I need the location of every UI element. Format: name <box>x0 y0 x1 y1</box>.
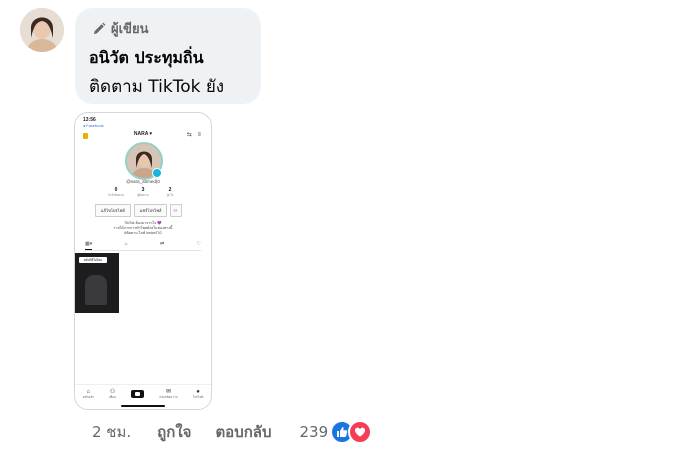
heart-outline-icon: ♡ <box>196 241 201 247</box>
phone-add-friend-icon: ⚇ <box>170 204 183 217</box>
phone-stat: 3 ผู้ติดตาม <box>137 187 149 197</box>
reaction-icons[interactable] <box>330 420 373 444</box>
phone-menu-icon: ⇆ ≡ <box>186 132 203 138</box>
comment-timestamp[interactable]: 2 ชม. <box>92 420 131 444</box>
comment-actions: 2 ชม. ถูกใจ ตอบกลับ 239 <box>92 420 373 444</box>
attached-image[interactable]: 13:56 ◂ Facebook NARA ▾ ⇆ ≡ @nara_ahmed(… <box>74 112 212 410</box>
phone-tabs: ▦▾ ⌂ ⇄ ♡ <box>85 241 201 251</box>
like-button[interactable]: ถูกใจ <box>157 420 191 444</box>
lock-icon: ⌂ <box>124 241 128 247</box>
phone-stat: 2 ถูกใจ <box>166 187 174 197</box>
author-badge-label: ผู้เขียน <box>111 22 149 37</box>
create-plus-icon <box>131 390 145 398</box>
phone-stats: 0 กำลังติดตาม 3 ผู้ติดตาม 2 ถูกใจ <box>103 187 183 198</box>
phone-share-profile-button: แชร์โปรไฟล์ <box>133 204 168 217</box>
profile-icon: ● โปรไฟล์ <box>192 388 204 399</box>
verified-check-icon <box>152 168 162 178</box>
comment-text: ติดตาม TikTok ยัง <box>89 77 225 97</box>
home-icon: ⌂ หน้าหลัก <box>82 388 94 399</box>
reaction-count[interactable]: 239 <box>300 423 329 441</box>
phone-bottom-nav: ⌂ หน้าหลัก ⚇ เพื่อน ✉ กล่องข้อความ ● โปรไฟล์ <box>75 384 211 403</box>
phone-profile-buttons: แก้ไขโปรไฟล์ แชร์โปรไฟล์ ⚇ <box>95 204 185 217</box>
friends-icon: ⚇ เพื่อน <box>109 389 117 399</box>
author-name-link[interactable]: อนิวัต ประทุมถิ่น <box>89 46 204 71</box>
phone-bio: TikTok ต้องมาจากใจ 💜 รายได้จากการทำโพสต์… <box>113 221 173 235</box>
inbox-icon: ✉ กล่องข้อความ <box>159 389 178 399</box>
phone-video-thumbnail: คลิปวิดีโอใหม่ <box>75 253 119 313</box>
grid-icon: ▦▾ <box>85 241 93 250</box>
phone-handle: @nara_ahmed(0 <box>126 179 160 184</box>
comment-bubble: ผู้เขียน อนิวัต ประทุมถิ่น ติดตาม TikTok… <box>75 8 261 104</box>
author-badge: ผู้เขียน <box>92 18 148 39</box>
repost-icon: ⇄ <box>159 241 165 247</box>
phone-edit-profile-button: แก้ไขโปรไฟล์ <box>95 204 131 217</box>
love-reaction-icon <box>348 420 373 444</box>
reply-button[interactable]: ตอบกลับ <box>215 420 271 444</box>
phone-video-label: คลิปวิดีโอใหม่ <box>79 257 107 263</box>
phone-status-back: ◂ Facebook <box>83 123 104 128</box>
phone-stat: 0 กำลังติดตาม <box>107 187 125 197</box>
pencil-icon <box>94 22 106 34</box>
commenter-avatar[interactable] <box>20 8 64 52</box>
